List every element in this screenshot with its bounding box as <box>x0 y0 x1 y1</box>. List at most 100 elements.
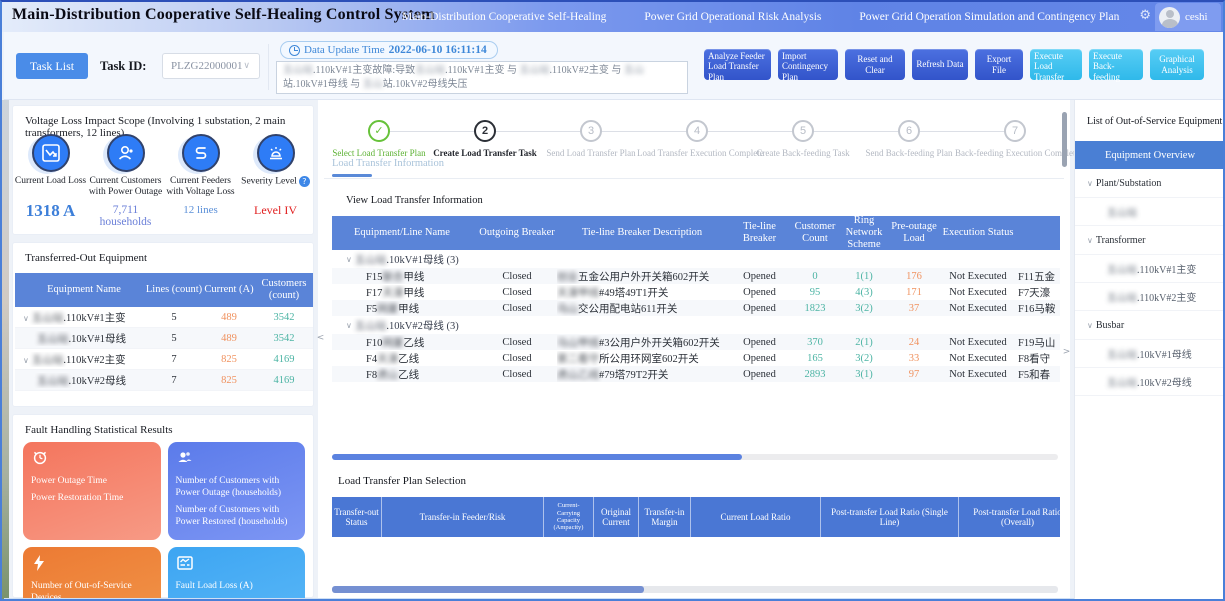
group-row-busbar1[interactable]: ∨ 五山站 .10kV#1母线 (3) <box>332 250 1060 268</box>
step-7-backfeed-complete[interactable]: 7 Back-feeding Execution Complete <box>955 120 1075 158</box>
fault-load-card: Fault Load Loss (A) Fault Load Restored … <box>168 547 306 601</box>
step-1-select-plan[interactable]: ✓ Select Load Transfer Plan <box>319 120 439 158</box>
refresh-data-button[interactable]: Refresh Data <box>912 49 968 80</box>
chevron-down-icon[interactable]: ∨ <box>23 356 29 365</box>
customer-icon <box>107 134 145 172</box>
execute-back-feeding-button[interactable]: Execute Back-feeding <box>1089 49 1143 80</box>
table-header: Equipment Name Lines (count) Current (A)… <box>15 273 313 307</box>
chevron-down-icon[interactable]: ∨ <box>1087 236 1093 245</box>
expand-right-panel-handle[interactable]: > <box>1062 334 1071 370</box>
user-chip[interactable]: ceshi <box>1155 3 1221 31</box>
collapse-left-panel-handle[interactable]: < <box>316 320 325 356</box>
update-time-label: Data Update Time <box>304 44 385 56</box>
import-contingency-button[interactable]: Import Contingency Plan <box>778 49 838 80</box>
col-tie-desc: Tie-line Breaker Description <box>557 227 727 239</box>
col-current: Current (A) <box>203 284 255 296</box>
table-row[interactable]: F17天濠甲线 Closed 天濠甲线#49塔49T1开关 Opened 95 … <box>332 284 1060 300</box>
tree-item-transformer2[interactable]: 五山站.110kV#2主变 <box>1075 283 1225 311</box>
tree-group-busbar[interactable]: ∨ Busbar <box>1075 311 1225 340</box>
col-execution-status: Execution Status <box>938 227 1018 239</box>
transferred-out-panel: Transferred-Out Equipment Equipment Name… <box>12 242 314 407</box>
col-equipment-name: Equipment Name <box>15 284 145 296</box>
stat-label: Current Feeders with Voltage Loss <box>163 176 238 198</box>
tree-item-transformer1[interactable]: 五山站.110kV#1主变 <box>1075 255 1225 283</box>
fault-description-textarea[interactable]: 五山站.110kV#1主变故障:导致五山站.110kV#1主变 与 五山站.11… <box>276 61 688 94</box>
bottom-divider <box>4 598 1225 600</box>
task-list-button[interactable]: Task List <box>16 53 88 79</box>
tree-item-busbar2[interactable]: 五山站.10kV#2母线 <box>1075 368 1225 396</box>
col-tie-breaker: Tie-line Breaker <box>727 221 792 245</box>
analyze-feeder-plan-button[interactable]: Analyze Feeder Load Transfer Plan <box>704 49 771 80</box>
table-header: Equipment/Line Name Outgoing Breaker Tie… <box>332 216 1060 250</box>
tree-group-transformer[interactable]: ∨ Transformer <box>1075 226 1225 255</box>
toolbar-divider <box>268 44 269 90</box>
stat-customers-outage: Current Customers with Power Outage 7,71… <box>88 134 163 228</box>
equipment-overview-header[interactable]: Equipment Overview <box>1075 141 1225 169</box>
tree-item-station[interactable]: 五山站 <box>1075 198 1225 226</box>
table-row[interactable]: ∨五山站.110kV#1主变 5 489 3542 <box>15 307 313 328</box>
equipment-tree: ∨ Plant/Substation 五山站 ∨ Transformer 五山站… <box>1075 169 1225 396</box>
transferred-out-title: Transferred-Out Equipment <box>13 243 313 264</box>
redacted-station: 五山 <box>363 79 383 90</box>
col-transfer-in-feeder: Transfer-in Feeder/Risk <box>382 497 544 537</box>
plan-selection-title: Load Transfer Plan Selection <box>332 464 1060 497</box>
tree-item-busbar1[interactable]: 五山站.10kV#1母线 <box>1075 340 1225 368</box>
graphical-analysis-button[interactable]: Graphical Analysis <box>1150 49 1204 80</box>
outage-time-card: Power Outage Time Power Restoration Time <box>23 442 161 540</box>
table-row[interactable]: 五山站.10kV#2母线 7 825 4169 <box>15 370 313 391</box>
stat-feeders-voltage-loss: Current Feeders with Voltage Loss 12 lin… <box>163 134 238 228</box>
card-line: Fault Load Loss (A) <box>176 581 298 593</box>
table-row[interactable]: F10网厦乙线 Closed 马山甲线#3公用户外开关箱602开关 Opened… <box>332 334 1060 350</box>
stat-label: Severity Level? <box>241 176 310 198</box>
view-table-title: View Load Transfer Information <box>332 186 1060 216</box>
tab-load-transfer-information[interactable]: Load Transfer Information <box>332 158 444 169</box>
chevron-down-icon[interactable]: ∨ <box>23 314 29 323</box>
stat-severity-level: Severity Level? Level IV <box>238 134 313 228</box>
gear-icon[interactable]: ⚙ <box>1139 8 1151 23</box>
nav-self-healing[interactable]: Main-Distribution Cooperative Self-Heali… <box>402 11 606 23</box>
table-row[interactable]: ∨五山站.110kV#2主变 7 825 4169 <box>15 349 313 370</box>
scrollbar-thumb[interactable] <box>332 454 742 460</box>
redacted-station: 五山站 <box>32 355 64 366</box>
nav-simulation-contingency[interactable]: Power Grid Operation Simulation and Cont… <box>859 11 1119 23</box>
step-3-send-plan[interactable]: 3 Send Load Transfer Plan <box>531 120 651 158</box>
table-row[interactable]: F4天濠乙线 Closed 第二看守所公用环网室602开关 Opened 165… <box>332 350 1060 366</box>
reset-clear-button[interactable]: Reset and Clear <box>845 49 905 80</box>
table-row[interactable]: F15联合甲线 Closed 创业五金公用户外开关箱602开关 Opened 0… <box>332 268 1060 284</box>
step-6-send-backfeed[interactable]: 6 Send Back-feeding Plan <box>849 120 969 158</box>
chevron-down-icon[interactable]: ∨ <box>1087 321 1093 330</box>
nav-risk-analysis[interactable]: Power Grid Operational Risk Analysis <box>644 11 821 23</box>
group-row-busbar2[interactable]: ∨ 五山站 .10kV#2母线 (3) <box>332 316 1060 334</box>
tree-group-substation[interactable]: ∨ Plant/Substation <box>1075 169 1225 198</box>
redacted-station: 五山站 <box>1107 374 1137 389</box>
execute-load-transfer-button[interactable]: Execute Load Transfer <box>1030 49 1082 80</box>
redacted-station: 五山站 <box>520 65 550 76</box>
table-row[interactable]: 五山站.10kV#1母线 5 489 3542 <box>15 328 313 349</box>
fault-stat-cards: Power Outage Time Power Restoration Time… <box>23 442 305 601</box>
scrollbar-thumb[interactable] <box>332 586 644 593</box>
step-5-create-backfeed[interactable]: 5 Create Back-feeding Task <box>743 120 863 158</box>
chevron-down-icon[interactable]: ∨ <box>346 255 352 264</box>
chevron-down-icon[interactable]: ∨ <box>1087 179 1093 188</box>
chevron-down-icon[interactable]: ∨ <box>346 321 352 330</box>
toolbar-buttons: Analyze Feeder Load Transfer Plan Import… <box>704 49 1204 80</box>
out-of-service-card: Number of Out-of-Service Devices Busbars… <box>23 547 161 601</box>
export-file-button[interactable]: Export File <box>975 49 1023 80</box>
table-row[interactable]: F8虎山乙线 Closed 虎山乙线#79塔79T2开关 Opened 2893… <box>332 366 1060 382</box>
tab-active-indicator <box>332 174 372 177</box>
step-2-create-task[interactable]: 2 Create Load Transfer Task <box>425 120 545 158</box>
col-customer-count: Customer Count <box>792 221 838 245</box>
fault-stats-panel: Fault Handling Statistical Results Power… <box>12 414 314 598</box>
help-icon[interactable]: ? <box>299 176 310 187</box>
table-row[interactable]: F5网厦甲线 Closed 乌山交公用配电站611开关 Opened 1823 … <box>332 300 1060 316</box>
stat-label: Current Load Loss <box>15 176 86 198</box>
step-4-execution-complete[interactable]: 4 Load Transfer Execution Complete <box>637 120 757 158</box>
vertical-scrollbar[interactable] <box>1062 112 1067 167</box>
fault-stats-title: Fault Handling Statistical Results <box>13 415 313 436</box>
feeder-line-icon <box>182 134 220 172</box>
redacted-station: 五山站 <box>37 376 69 387</box>
col-original-current: Original Current <box>594 497 639 537</box>
voltage-loss-impact-panel: Voltage Loss Impact Scope (Involving 1 s… <box>12 105 314 235</box>
task-id-select[interactable]: PLZG22000001 ∨ <box>162 53 260 79</box>
card-line: Number of Customers with Power Outage (h… <box>176 476 298 500</box>
